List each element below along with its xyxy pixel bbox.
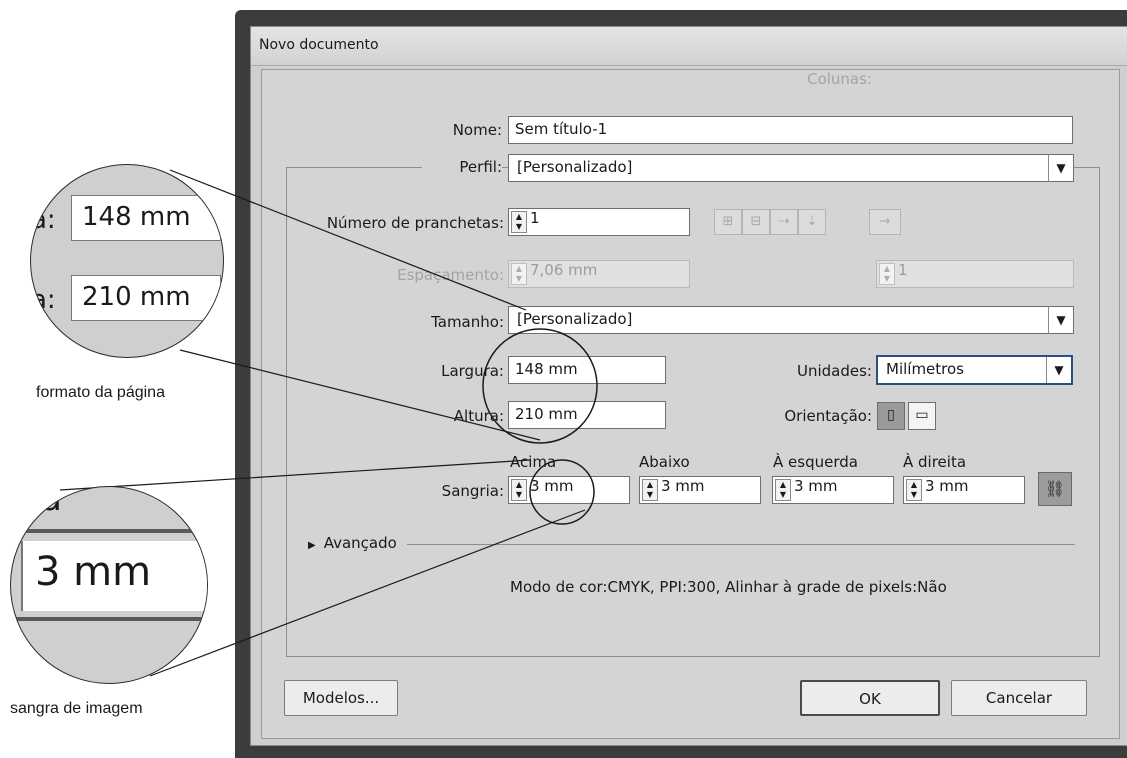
callout-line-top-1 bbox=[169, 169, 527, 311]
caption-page-format: formato da página bbox=[36, 384, 165, 401]
zoom-fragment-text: ra bbox=[27, 486, 62, 519]
zoom-label-1: a: bbox=[31, 205, 56, 235]
zoom-label-2: a: bbox=[31, 285, 56, 315]
zoom-bleed-field: 3 mm bbox=[21, 541, 207, 611]
zoom-divider-bottom bbox=[11, 617, 207, 621]
zoom-callout-page-size: a: 148 mm a: 210 mm bbox=[30, 164, 224, 358]
zoom-divider bbox=[11, 529, 207, 533]
highlight-circle-size bbox=[482, 328, 598, 444]
caption-bleed: sangra de imagem bbox=[10, 700, 143, 717]
zoom-width-field: 148 mm bbox=[71, 195, 221, 241]
zoom-height-field: 210 mm bbox=[71, 275, 221, 321]
highlight-circle-bleed bbox=[529, 459, 595, 525]
callout-line-top-2 bbox=[179, 349, 541, 441]
callout-line-bottom-1 bbox=[59, 459, 531, 491]
callout-line-bottom-2 bbox=[149, 509, 586, 677]
zoom-callout-bleed: ra 3 mm bbox=[10, 486, 208, 684]
